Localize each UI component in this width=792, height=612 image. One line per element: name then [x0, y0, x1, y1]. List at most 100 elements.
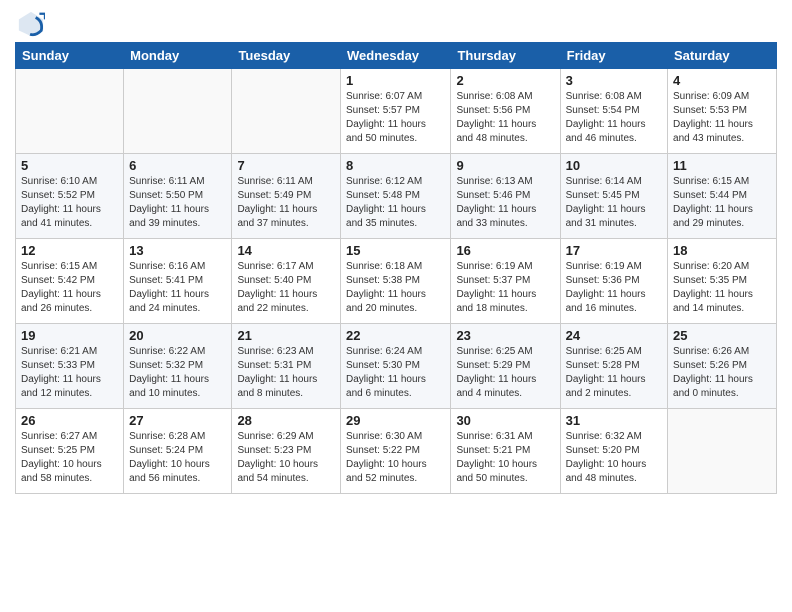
day-number: 16 [456, 243, 554, 258]
table-row: 19 Sunrise: 6:21 AM Sunset: 5:33 PM Dayli… [16, 324, 124, 409]
table-row: 25 Sunrise: 6:26 AM Sunset: 5:26 PM Dayli… [668, 324, 777, 409]
table-row: 4Sunrise: 6:09 AM Sunset: 5:53 PM Daylig… [668, 69, 777, 154]
day-number: 24 [566, 328, 662, 343]
table-row: 23 Sunrise: 6:25 AM Sunset: 5:29 PM Dayli… [451, 324, 560, 409]
day-detail: Sunrise: 6:30 AM Sunset: 5:22 PM Dayligh… [346, 430, 445, 486]
day-detail: Sunrise: 6:11 AM Sunset: 5:49 PM Dayligh… [237, 175, 335, 231]
calendar-week-row: 19 Sunrise: 6:21 AM Sunset: 5:33 PM Dayli… [16, 324, 777, 409]
day-detail: Sunrise: 6:17 AM Sunset: 5:40 PM Dayligh… [237, 260, 335, 316]
table-row: 28 Sunrise: 6:29 AM Sunset: 5:23 PM Dayli… [232, 409, 341, 494]
day-detail: Sunrise: 6:15 AM Sunset: 5:42 PM Dayligh… [21, 260, 118, 316]
col-sunday: Sunday [16, 43, 124, 69]
table-row [232, 69, 341, 154]
day-number: 1 [346, 73, 445, 88]
day-number: 15 [346, 243, 445, 258]
day-number: 26 [21, 413, 118, 428]
day-number: 22 [346, 328, 445, 343]
day-detail: Sunrise: 6:19 AM Sunset: 5:37 PM Dayligh… [456, 260, 554, 316]
day-number: 11 [673, 158, 771, 173]
day-number: 30 [456, 413, 554, 428]
day-detail: Sunrise: 6:27 AM Sunset: 5:25 PM Dayligh… [21, 430, 118, 486]
calendar-header-row: Sunday Monday Tuesday Wednesday Thursday… [16, 43, 777, 69]
day-detail: Sunrise: 6:13 AM Sunset: 5:46 PM Dayligh… [456, 175, 554, 231]
day-detail: Sunrise: 6:21 AM Sunset: 5:33 PM Dayligh… [21, 345, 118, 401]
day-detail: Sunrise: 6:25 AM Sunset: 5:28 PM Dayligh… [566, 345, 662, 401]
day-detail: Sunrise: 6:23 AM Sunset: 5:31 PM Dayligh… [237, 345, 335, 401]
table-row: 16 Sunrise: 6:19 AM Sunset: 5:37 PM Dayli… [451, 239, 560, 324]
table-row [16, 69, 124, 154]
table-row [124, 69, 232, 154]
day-detail: Sunrise: 6:08 AM Sunset: 5:56 PM Dayligh… [456, 90, 554, 146]
table-row: 24 Sunrise: 6:25 AM Sunset: 5:28 PM Dayli… [560, 324, 667, 409]
day-number: 31 [566, 413, 662, 428]
day-detail: Sunrise: 6:29 AM Sunset: 5:23 PM Dayligh… [237, 430, 335, 486]
day-number: 3 [566, 73, 662, 88]
table-row: 26 Sunrise: 6:27 AM Sunset: 5:25 PM Dayli… [16, 409, 124, 494]
table-row: 21Sunrise: 6:23 AM Sunset: 5:31 PM Dayli… [232, 324, 341, 409]
day-detail: Sunrise: 6:16 AM Sunset: 5:41 PM Dayligh… [129, 260, 226, 316]
table-row: 8Sunrise: 6:12 AM Sunset: 5:48 PM Daylig… [341, 154, 451, 239]
day-number: 2 [456, 73, 554, 88]
day-number: 10 [566, 158, 662, 173]
table-row: 29 Sunrise: 6:30 AM Sunset: 5:22 PM Dayli… [341, 409, 451, 494]
calendar-week-row: 1 Sunrise: 6:07 AM Sunset: 5:57 PM Daylig… [16, 69, 777, 154]
col-saturday: Saturday [668, 43, 777, 69]
day-detail: Sunrise: 6:15 AM Sunset: 5:44 PM Dayligh… [673, 175, 771, 231]
day-number: 6 [129, 158, 226, 173]
day-number: 23 [456, 328, 554, 343]
day-detail: Sunrise: 6:20 AM Sunset: 5:35 PM Dayligh… [673, 260, 771, 316]
col-tuesday: Tuesday [232, 43, 341, 69]
table-row [668, 409, 777, 494]
day-detail: Sunrise: 6:12 AM Sunset: 5:48 PM Dayligh… [346, 175, 445, 231]
table-row: 9 Sunrise: 6:13 AM Sunset: 5:46 PM Daylig… [451, 154, 560, 239]
calendar-table: Sunday Monday Tuesday Wednesday Thursday… [15, 42, 777, 494]
day-number: 27 [129, 413, 226, 428]
table-row: 11 Sunrise: 6:15 AM Sunset: 5:44 PM Dayli… [668, 154, 777, 239]
table-row: 14 Sunrise: 6:17 AM Sunset: 5:40 PM Dayli… [232, 239, 341, 324]
day-detail: Sunrise: 6:25 AM Sunset: 5:29 PM Dayligh… [456, 345, 554, 401]
day-detail: Sunrise: 6:14 AM Sunset: 5:45 PM Dayligh… [566, 175, 662, 231]
day-number: 4 [673, 73, 771, 88]
table-row: 30 Sunrise: 6:31 AM Sunset: 5:21 PM Dayli… [451, 409, 560, 494]
day-detail: Sunrise: 6:07 AM Sunset: 5:57 PM Dayligh… [346, 90, 445, 146]
day-number: 19 [21, 328, 118, 343]
day-number: 13 [129, 243, 226, 258]
calendar-week-row: 5 Sunrise: 6:10 AM Sunset: 5:52 PM Daylig… [16, 154, 777, 239]
day-number: 29 [346, 413, 445, 428]
day-number: 7 [237, 158, 335, 173]
day-detail: Sunrise: 6:32 AM Sunset: 5:20 PM Dayligh… [566, 430, 662, 486]
col-friday: Friday [560, 43, 667, 69]
logo [15, 10, 45, 34]
col-monday: Monday [124, 43, 232, 69]
col-wednesday: Wednesday [341, 43, 451, 69]
day-number: 9 [456, 158, 554, 173]
day-number: 17 [566, 243, 662, 258]
col-thursday: Thursday [451, 43, 560, 69]
calendar-week-row: 12 Sunrise: 6:15 AM Sunset: 5:42 PM Dayli… [16, 239, 777, 324]
day-detail: Sunrise: 6:26 AM Sunset: 5:26 PM Dayligh… [673, 345, 771, 401]
day-number: 18 [673, 243, 771, 258]
day-number: 5 [21, 158, 118, 173]
day-number: 28 [237, 413, 335, 428]
table-row: 1 Sunrise: 6:07 AM Sunset: 5:57 PM Daylig… [341, 69, 451, 154]
day-detail: Sunrise: 6:08 AM Sunset: 5:54 PM Dayligh… [566, 90, 662, 146]
table-row: 17 Sunrise: 6:19 AM Sunset: 5:36 PM Dayli… [560, 239, 667, 324]
day-number: 14 [237, 243, 335, 258]
day-detail: Sunrise: 6:31 AM Sunset: 5:21 PM Dayligh… [456, 430, 554, 486]
calendar-week-row: 26 Sunrise: 6:27 AM Sunset: 5:25 PM Dayli… [16, 409, 777, 494]
table-row: 13 Sunrise: 6:16 AM Sunset: 5:41 PM Dayli… [124, 239, 232, 324]
table-row: 5 Sunrise: 6:10 AM Sunset: 5:52 PM Daylig… [16, 154, 124, 239]
table-row: 12 Sunrise: 6:15 AM Sunset: 5:42 PM Dayli… [16, 239, 124, 324]
day-detail: Sunrise: 6:19 AM Sunset: 5:36 PM Dayligh… [566, 260, 662, 316]
day-detail: Sunrise: 6:10 AM Sunset: 5:52 PM Dayligh… [21, 175, 118, 231]
table-row: 31 Sunrise: 6:32 AM Sunset: 5:20 PM Dayli… [560, 409, 667, 494]
day-detail: Sunrise: 6:24 AM Sunset: 5:30 PM Dayligh… [346, 345, 445, 401]
day-number: 20 [129, 328, 226, 343]
table-row: 18 Sunrise: 6:20 AM Sunset: 5:35 PM Dayli… [668, 239, 777, 324]
table-row: 27Sunrise: 6:28 AM Sunset: 5:24 PM Dayli… [124, 409, 232, 494]
table-row: 2 Sunrise: 6:08 AM Sunset: 5:56 PM Daylig… [451, 69, 560, 154]
table-row: 15Sunrise: 6:18 AM Sunset: 5:38 PM Dayli… [341, 239, 451, 324]
table-row: 6Sunrise: 6:11 AM Sunset: 5:50 PM Daylig… [124, 154, 232, 239]
day-number: 25 [673, 328, 771, 343]
day-number: 12 [21, 243, 118, 258]
